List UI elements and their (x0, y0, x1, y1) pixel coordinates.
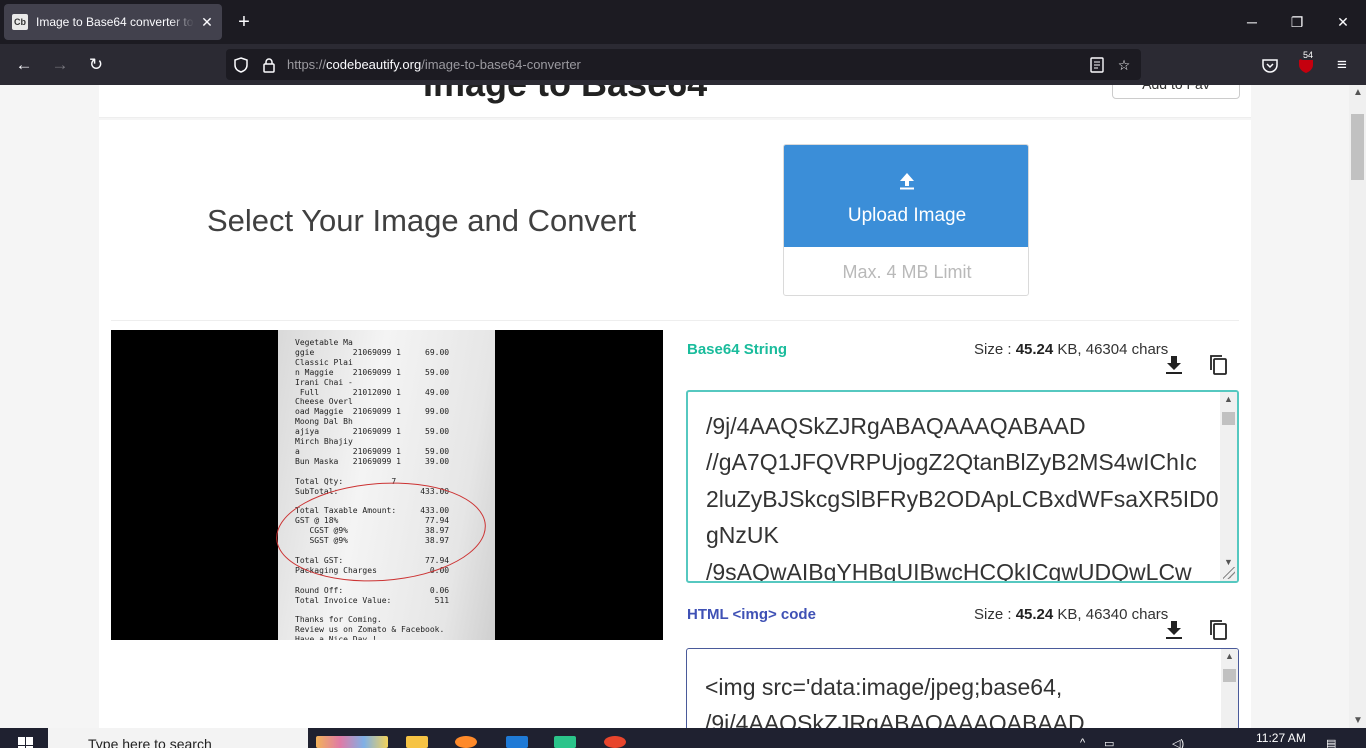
page-scrollbar-thumb[interactable] (1351, 114, 1364, 180)
resize-grip[interactable] (1223, 567, 1235, 579)
upload-image-label: Upload Image (847, 204, 967, 226)
base64-output-text: /9j/4AAQSkZJRgABAQAAAQABAAD //gA7Q1JFQVR… (706, 413, 1219, 583)
tab-title: Image to Base64 converter to copy (36, 15, 194, 29)
back-icon[interactable]: ← (11, 52, 37, 78)
size-limit-label: Max. 4 MB Limit (842, 261, 972, 282)
bookmark-star-icon[interactable]: ☆ (1115, 56, 1133, 74)
url-text[interactable]: https://codebeautify.org/image-to-base64… (287, 57, 581, 72)
url-bar[interactable]: https://codebeautify.org/image-to-base64… (226, 49, 1141, 80)
windows-start-icon[interactable] (18, 737, 34, 748)
notification-icon[interactable]: ▤ (1326, 737, 1336, 748)
html-output-textarea[interactable]: <img src='data:image/jpeg;base64, /9j/4A… (686, 648, 1239, 728)
menu-icon[interactable]: ≡ (1329, 52, 1355, 78)
restore-icon[interactable]: ❐ (1274, 0, 1320, 44)
taskbar-clock: 11:27 AM (1256, 731, 1306, 745)
mail-icon[interactable] (506, 736, 528, 748)
upload-arrow-icon (899, 172, 915, 195)
upload-image-button[interactable]: Upload Image (784, 145, 1028, 247)
page-viewport: Image to Base64 Add to Fav Select Your I… (0, 85, 1349, 728)
new-tab-icon[interactable]: + (232, 10, 256, 34)
base64-output-textarea[interactable]: /9j/4AAQSkZJRgABAQAAAQABAAD //gA7Q1JFQVR… (686, 390, 1239, 583)
html-img-code-label: HTML <img> code (687, 606, 816, 623)
taskbar-search-text: Type here to search (88, 736, 212, 748)
taskbar: Type here to search ^ ▭ ◁) 11:27 AM ▤ (0, 728, 1366, 748)
taskbar-search[interactable]: Type here to search (48, 728, 308, 748)
html-textarea-scrollbar[interactable]: ▲ (1221, 649, 1238, 728)
textarea-scrollbar[interactable]: ▲ ▼ (1220, 392, 1237, 581)
extension-badge: 54 (1300, 50, 1317, 60)
html-output-text: <img src='data:image/jpeg;base64, /9j/4A… (705, 674, 1085, 728)
forward-icon[interactable]: → (47, 52, 73, 78)
tab-bar: Cb Image to Base64 converter to copy ✕ +… (0, 0, 1366, 44)
upload-box: Upload Image Max. 4 MB Limit (783, 144, 1029, 296)
browser-tab[interactable]: Cb Image to Base64 converter to copy ✕ (4, 4, 222, 40)
file-explorer-icon[interactable] (406, 736, 428, 748)
lock-icon[interactable] (260, 56, 278, 74)
page-scrollbar[interactable]: ▲ ▼ (1349, 85, 1366, 728)
tray-chevron-icon[interactable]: ^ (1080, 737, 1085, 748)
app-icon[interactable] (604, 736, 626, 748)
html-size: Size : 45.24 KB, 46340 chars (974, 606, 1169, 623)
shield-icon[interactable] (232, 56, 250, 74)
tray-volume-icon[interactable]: ◁) (1172, 737, 1184, 748)
close-tab-icon[interactable]: ✕ (200, 14, 214, 31)
nav-bar: ← → ↻ https://codebeautify.org/image-to-… (0, 44, 1366, 85)
window-close-icon[interactable]: ✕ (1320, 0, 1366, 44)
reload-icon[interactable]: ↻ (83, 52, 109, 78)
copy-html-icon[interactable] (1206, 618, 1230, 642)
converter-card: Select Your Image and Convert Upload Ima… (99, 120, 1251, 728)
minimize-icon[interactable]: ─ (1229, 0, 1275, 44)
reader-view-icon[interactable] (1088, 56, 1106, 74)
page-title: Image to Base64 (423, 85, 707, 105)
add-to-fav-button[interactable]: Add to Fav (1112, 85, 1240, 99)
section-divider (111, 320, 1239, 321)
image-preview: Vegetable Ma ggie 21069099 1 69.00 Class… (111, 330, 663, 640)
pocket-icon[interactable] (1257, 52, 1283, 78)
tray-network-icon[interactable]: ▭ (1104, 737, 1114, 748)
select-image-heading: Select Your Image and Convert (207, 203, 637, 238)
base64-size: Size : 45.24 KB, 46304 chars (974, 341, 1169, 358)
firefox-icon[interactable] (455, 736, 477, 748)
base64-string-label: Base64 String (687, 341, 788, 358)
download-html-icon[interactable] (1162, 618, 1186, 642)
pycharm-icon[interactable] (554, 736, 576, 748)
download-icon[interactable] (1162, 353, 1186, 377)
search-highlight-image (316, 736, 388, 748)
copy-icon[interactable] (1206, 353, 1230, 377)
favicon: Cb (12, 14, 28, 30)
